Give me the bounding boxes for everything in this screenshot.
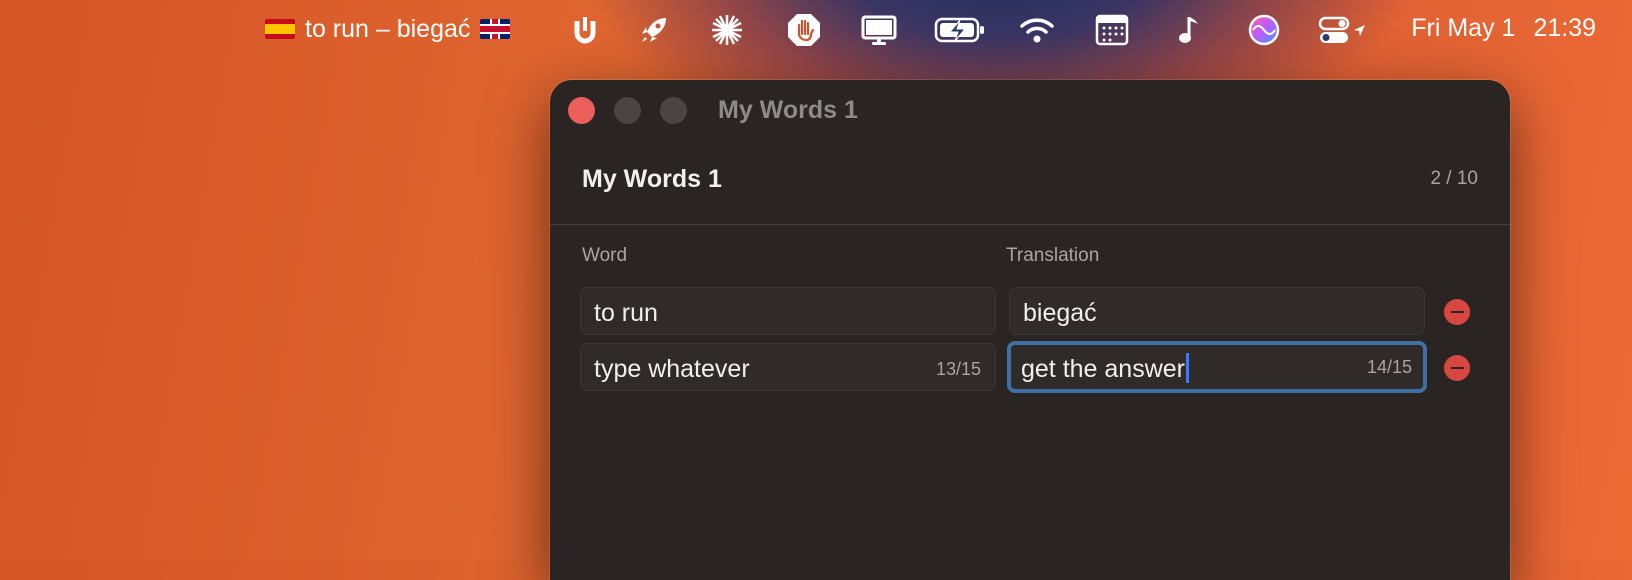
calendar-icon[interactable]	[1094, 12, 1130, 48]
wifi-icon[interactable]	[1019, 12, 1055, 48]
hand-stop-icon[interactable]	[786, 12, 822, 48]
word-column-label: Word	[582, 245, 628, 266]
u-magnet-icon[interactable]	[567, 12, 603, 48]
zoom-button[interactable]	[660, 97, 687, 124]
menu-bar: to run – biegać Fri May 1 21:39	[0, 0, 1632, 58]
rocket-icon[interactable]	[636, 12, 672, 48]
remove-row-button[interactable]	[1444, 355, 1470, 381]
battery-charging-icon	[934, 12, 986, 48]
menu-clock[interactable]: Fri May 1 21:39	[1411, 14, 1596, 43]
uk-flag-icon	[480, 19, 511, 39]
sparkle-icon[interactable]	[709, 12, 745, 48]
character-counter: 14/15	[1366, 357, 1412, 377]
siri-icon[interactable]	[1246, 12, 1282, 48]
music-note-icon[interactable]	[1172, 12, 1208, 48]
word-value: type whatever	[594, 355, 750, 383]
now-playing-text: to run – biegać	[305, 14, 471, 43]
word-field[interactable]: type whatever 13/15	[580, 343, 996, 391]
spain-flag-icon	[265, 19, 295, 39]
word-count: 2 / 10	[1430, 168, 1478, 189]
translation-value: get the answer	[1021, 353, 1189, 384]
clock-day: Fri May 1	[1411, 14, 1516, 42]
control-center-icon[interactable]	[1318, 12, 1368, 48]
app-window: My Words 1 My Words 1 2 / 10 Word Transl…	[550, 80, 1510, 580]
window-titlebar[interactable]: My Words 1	[550, 80, 1510, 140]
list-title: My Words 1	[582, 165, 722, 193]
list-header: My Words 1 2 / 10	[550, 140, 1510, 225]
minimize-button[interactable]	[614, 97, 641, 124]
translation-column-label: Translation	[1006, 245, 1100, 266]
window-title: My Words 1	[718, 96, 858, 124]
word-field[interactable]: to run	[580, 287, 996, 335]
remove-row-button[interactable]	[1444, 299, 1470, 325]
character-counter: 13/15	[935, 359, 981, 379]
minus-icon	[1450, 367, 1464, 369]
clock-time: 21:39	[1533, 14, 1596, 42]
close-button[interactable]	[568, 97, 595, 124]
display-icon[interactable]	[861, 12, 897, 48]
minus-icon	[1450, 311, 1464, 313]
translation-field-focused[interactable]: get the answer 14/15	[1007, 341, 1427, 393]
text-caret	[1186, 353, 1189, 383]
translation-value: biegać	[1023, 299, 1097, 327]
word-value: to run	[594, 299, 658, 327]
now-playing-item[interactable]: to run – biegać	[265, 13, 511, 45]
translation-field[interactable]: biegać	[1009, 287, 1425, 335]
